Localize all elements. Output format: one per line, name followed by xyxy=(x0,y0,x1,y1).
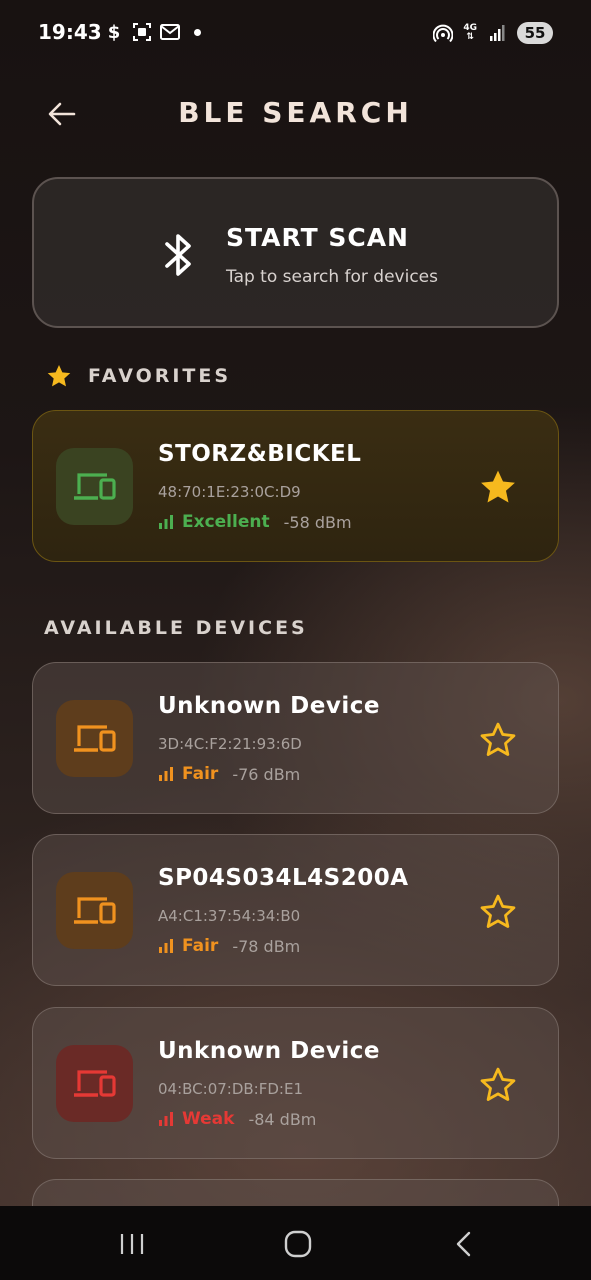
devices-icon xyxy=(73,724,116,752)
dollar-app-icon: $ xyxy=(104,22,124,42)
device-card[interactable]: SP04S034L4S200A A4:C1:37:54:34:B0 Fair -… xyxy=(32,834,559,986)
favorite-device-card[interactable]: STORZ&BICKEL 48:70:1E:23:0C:D9 Excellent… xyxy=(32,410,559,562)
device-icon-box xyxy=(56,872,133,949)
rssi-value: -84 dBm xyxy=(248,1109,317,1129)
device-icon-box xyxy=(56,700,133,777)
4g-data-icon: 4G ⇅ xyxy=(463,23,477,42)
device-icon-box xyxy=(56,448,133,525)
device-card[interactable]: Unknown Device 3D:4C:F2:21:93:6D Fair -7… xyxy=(32,662,559,814)
favorites-heading: FAVORITES xyxy=(46,364,231,388)
device-signal: Fair -78 dBm xyxy=(158,936,300,956)
system-back-button[interactable] xyxy=(444,1224,484,1264)
back-icon xyxy=(456,1231,471,1257)
system-nav-bar xyxy=(0,1206,591,1280)
notification-dot xyxy=(194,28,201,36)
signal-quality-label: Weak xyxy=(182,1109,235,1129)
devices-icon xyxy=(73,896,116,924)
home-icon xyxy=(284,1230,312,1258)
device-name: STORZ&BICKEL xyxy=(158,441,362,467)
device-mac: 48:70:1E:23:0C:D9 xyxy=(158,483,301,501)
device-signal: Excellent -58 dBm xyxy=(158,512,352,532)
status-bar: 19:43 $ 4G ⇅ 55 xyxy=(0,0,591,64)
devices-icon xyxy=(73,472,116,500)
favorite-toggle-button[interactable] xyxy=(478,467,518,507)
devices-icon xyxy=(73,1069,116,1097)
device-name: Unknown Device xyxy=(158,1038,380,1064)
bluetooth-icon xyxy=(165,234,191,276)
signal-bars-icon xyxy=(159,1112,173,1126)
svg-text:$: $ xyxy=(108,22,121,42)
favorite-toggle-button[interactable] xyxy=(478,891,518,931)
signal-bars-icon xyxy=(159,515,173,529)
rssi-value: -76 dBm xyxy=(232,764,301,784)
star-filled-icon xyxy=(47,365,71,387)
device-signal: Weak -84 dBm xyxy=(158,1109,316,1129)
signal-bars-icon xyxy=(159,767,173,781)
status-notification-icons: $ xyxy=(104,22,201,42)
available-devices-heading: AVAILABLE DEVICES xyxy=(44,617,308,639)
rssi-value: -78 dBm xyxy=(232,936,301,956)
start-scan-title: START SCAN xyxy=(226,223,409,252)
signal-icon xyxy=(487,23,507,43)
rssi-value: -58 dBm xyxy=(283,512,352,532)
screenshot-icon xyxy=(132,22,152,42)
page-title: BLE SEARCH xyxy=(178,96,413,129)
favorite-toggle-button[interactable] xyxy=(478,1064,518,1104)
recent-apps-button[interactable] xyxy=(112,1224,152,1264)
favorites-heading-label: FAVORITES xyxy=(88,365,232,387)
device-card[interactable]: Unknown Device 04:BC:07:DB:FD:E1 Weak -8… xyxy=(32,1007,559,1159)
star-filled-icon xyxy=(481,470,515,503)
star-outline-icon xyxy=(480,1067,516,1101)
start-scan-subtitle: Tap to search for devices xyxy=(226,267,439,287)
recent-apps-icon xyxy=(120,1234,144,1254)
hotspot-icon xyxy=(433,23,454,43)
battery-icon: 55 xyxy=(517,22,553,44)
status-system-icons: 4G ⇅ 55 xyxy=(433,22,553,44)
signal-quality-label: Excellent xyxy=(182,512,270,532)
signal-quality-label: Fair xyxy=(182,936,219,956)
device-name: SP04S034L4S200A xyxy=(158,865,409,891)
device-mac: 04:BC:07:DB:FD:E1 xyxy=(158,1080,303,1098)
mail-icon xyxy=(160,22,180,42)
signal-quality-label: Fair xyxy=(182,764,219,784)
home-button[interactable] xyxy=(278,1224,318,1264)
star-outline-icon xyxy=(480,894,516,928)
device-signal: Fair -76 dBm xyxy=(158,764,300,784)
star-outline-icon xyxy=(480,722,516,756)
device-mac: A4:C1:37:54:34:B0 xyxy=(158,907,301,925)
device-name: Unknown Device xyxy=(158,693,380,719)
device-mac: 3D:4C:F2:21:93:6D xyxy=(158,735,302,753)
device-icon-box xyxy=(56,1045,133,1122)
favorite-toggle-button[interactable] xyxy=(478,719,518,759)
signal-bars-icon xyxy=(159,939,173,953)
status-time: 19:43 xyxy=(38,20,102,44)
start-scan-button[interactable]: START SCAN Tap to search for devices xyxy=(32,177,559,328)
